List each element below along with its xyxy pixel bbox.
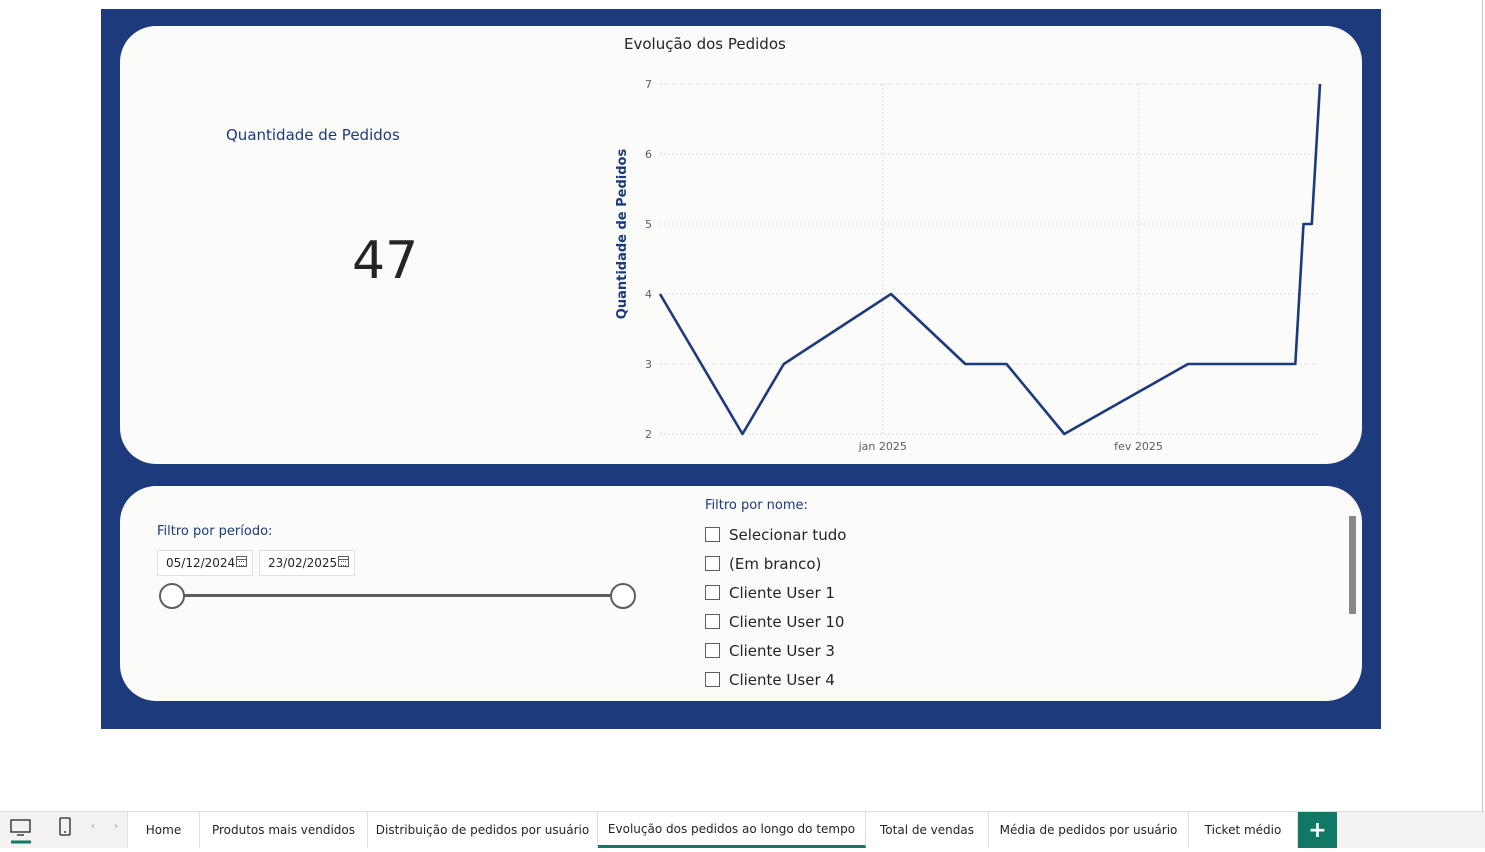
line-chart[interactable]: 2 3 4 5 6 7 jan 2025 fev 2025 Data Quantidade de … (600, 54, 1340, 459)
list-item-label: Cliente User 10 (729, 613, 844, 631)
window-edge (1482, 0, 1483, 811)
report-canvas: Quantidade de Pedidos 47 Evolução dos Pe… (101, 9, 1381, 729)
kpi-value: 47 (352, 231, 418, 291)
tab-ticket-medio[interactable]: Ticket médio (1189, 812, 1298, 848)
list-item-label: Cliente User 1 (729, 584, 835, 602)
list-item[interactable]: Selecionar tudo (705, 520, 846, 549)
y-axis-title: Quantidade de Pedidos (615, 149, 630, 320)
tab-produtos-mais-vendidos[interactable]: Produtos mais vendidos (200, 812, 368, 848)
list-item[interactable]: Cliente User 10 (705, 607, 846, 636)
name-filter-list: Selecionar tudo (Em branco) Cliente User… (705, 520, 846, 694)
name-filter-title: Filtro por nome: (705, 498, 808, 513)
next-page-icon[interactable]: › (114, 821, 118, 832)
y-tick-label: 6 (645, 148, 652, 161)
checkbox[interactable] (705, 643, 720, 658)
start-date-input[interactable]: 05/12/2024 (157, 550, 253, 576)
calendar-icon[interactable] (338, 556, 349, 567)
slider-start-handle[interactable] (159, 583, 185, 609)
page-tab-bar: ‹ › Home Produtos mais vendidos Distribu… (0, 811, 1485, 848)
x-tick-label: jan 2025 (858, 440, 907, 453)
checkbox[interactable] (705, 672, 720, 687)
x-tick-label: fev 2025 (1114, 440, 1163, 453)
end-date-value: 23/02/2025 (268, 556, 337, 570)
list-scrollbar[interactable] (1349, 516, 1356, 614)
desktop-view-icon[interactable] (9, 812, 33, 848)
y-tick-label: 7 (645, 78, 652, 91)
start-date-value: 05/12/2024 (166, 556, 235, 570)
list-item-label: (Em branco) (729, 555, 821, 573)
add-page-button[interactable]: + (1298, 812, 1337, 848)
calendar-icon[interactable] (236, 556, 247, 567)
mobile-view-icon[interactable] (57, 812, 73, 848)
top-card: Quantidade de Pedidos 47 Evolução dos Pe… (120, 26, 1362, 464)
tab-distribuicao-pedidos[interactable]: Distribuição de pedidos por usuário (368, 812, 598, 848)
bottom-card: Filtro por período: 05/12/2024 23/02/202… (120, 486, 1362, 701)
series-line (660, 84, 1320, 434)
tab-home[interactable]: Home (127, 812, 200, 848)
list-item[interactable]: Cliente User 1 (705, 578, 846, 607)
y-tick-label: 5 (645, 218, 652, 231)
y-tick-label: 4 (645, 288, 652, 301)
y-tick-label: 2 (645, 428, 652, 441)
list-item[interactable]: Cliente User 4 (705, 665, 846, 694)
date-range-slider[interactable] (172, 594, 624, 597)
list-item-label: Selecionar tudo (729, 526, 846, 544)
chart-title: Evolução dos Pedidos (624, 35, 786, 53)
list-item-label: Cliente User 4 (729, 671, 835, 689)
list-item[interactable]: Cliente User 3 (705, 636, 846, 665)
prev-page-icon[interactable]: ‹ (91, 821, 95, 832)
checkbox[interactable] (705, 556, 720, 571)
list-item[interactable]: (Em branco) (705, 549, 846, 578)
checkbox[interactable] (705, 585, 720, 600)
x-axis-title: Data (999, 458, 1034, 459)
list-item-label: Cliente User 3 (729, 642, 835, 660)
period-filter-title: Filtro por período: (157, 524, 272, 539)
slider-end-handle[interactable] (610, 583, 636, 609)
tab-evolucao-pedidos[interactable]: Evolução dos pedidos ao longo do tempo (598, 812, 866, 848)
tab-media-pedidos[interactable]: Média de pedidos por usuário (989, 812, 1189, 848)
tab-total-vendas[interactable]: Total de vendas (866, 812, 989, 848)
kpi-label: Quantidade de Pedidos (226, 126, 400, 144)
end-date-input[interactable]: 23/02/2025 (259, 550, 355, 576)
y-tick-label: 3 (645, 358, 652, 371)
checkbox[interactable] (705, 614, 720, 629)
checkbox[interactable] (705, 527, 720, 542)
